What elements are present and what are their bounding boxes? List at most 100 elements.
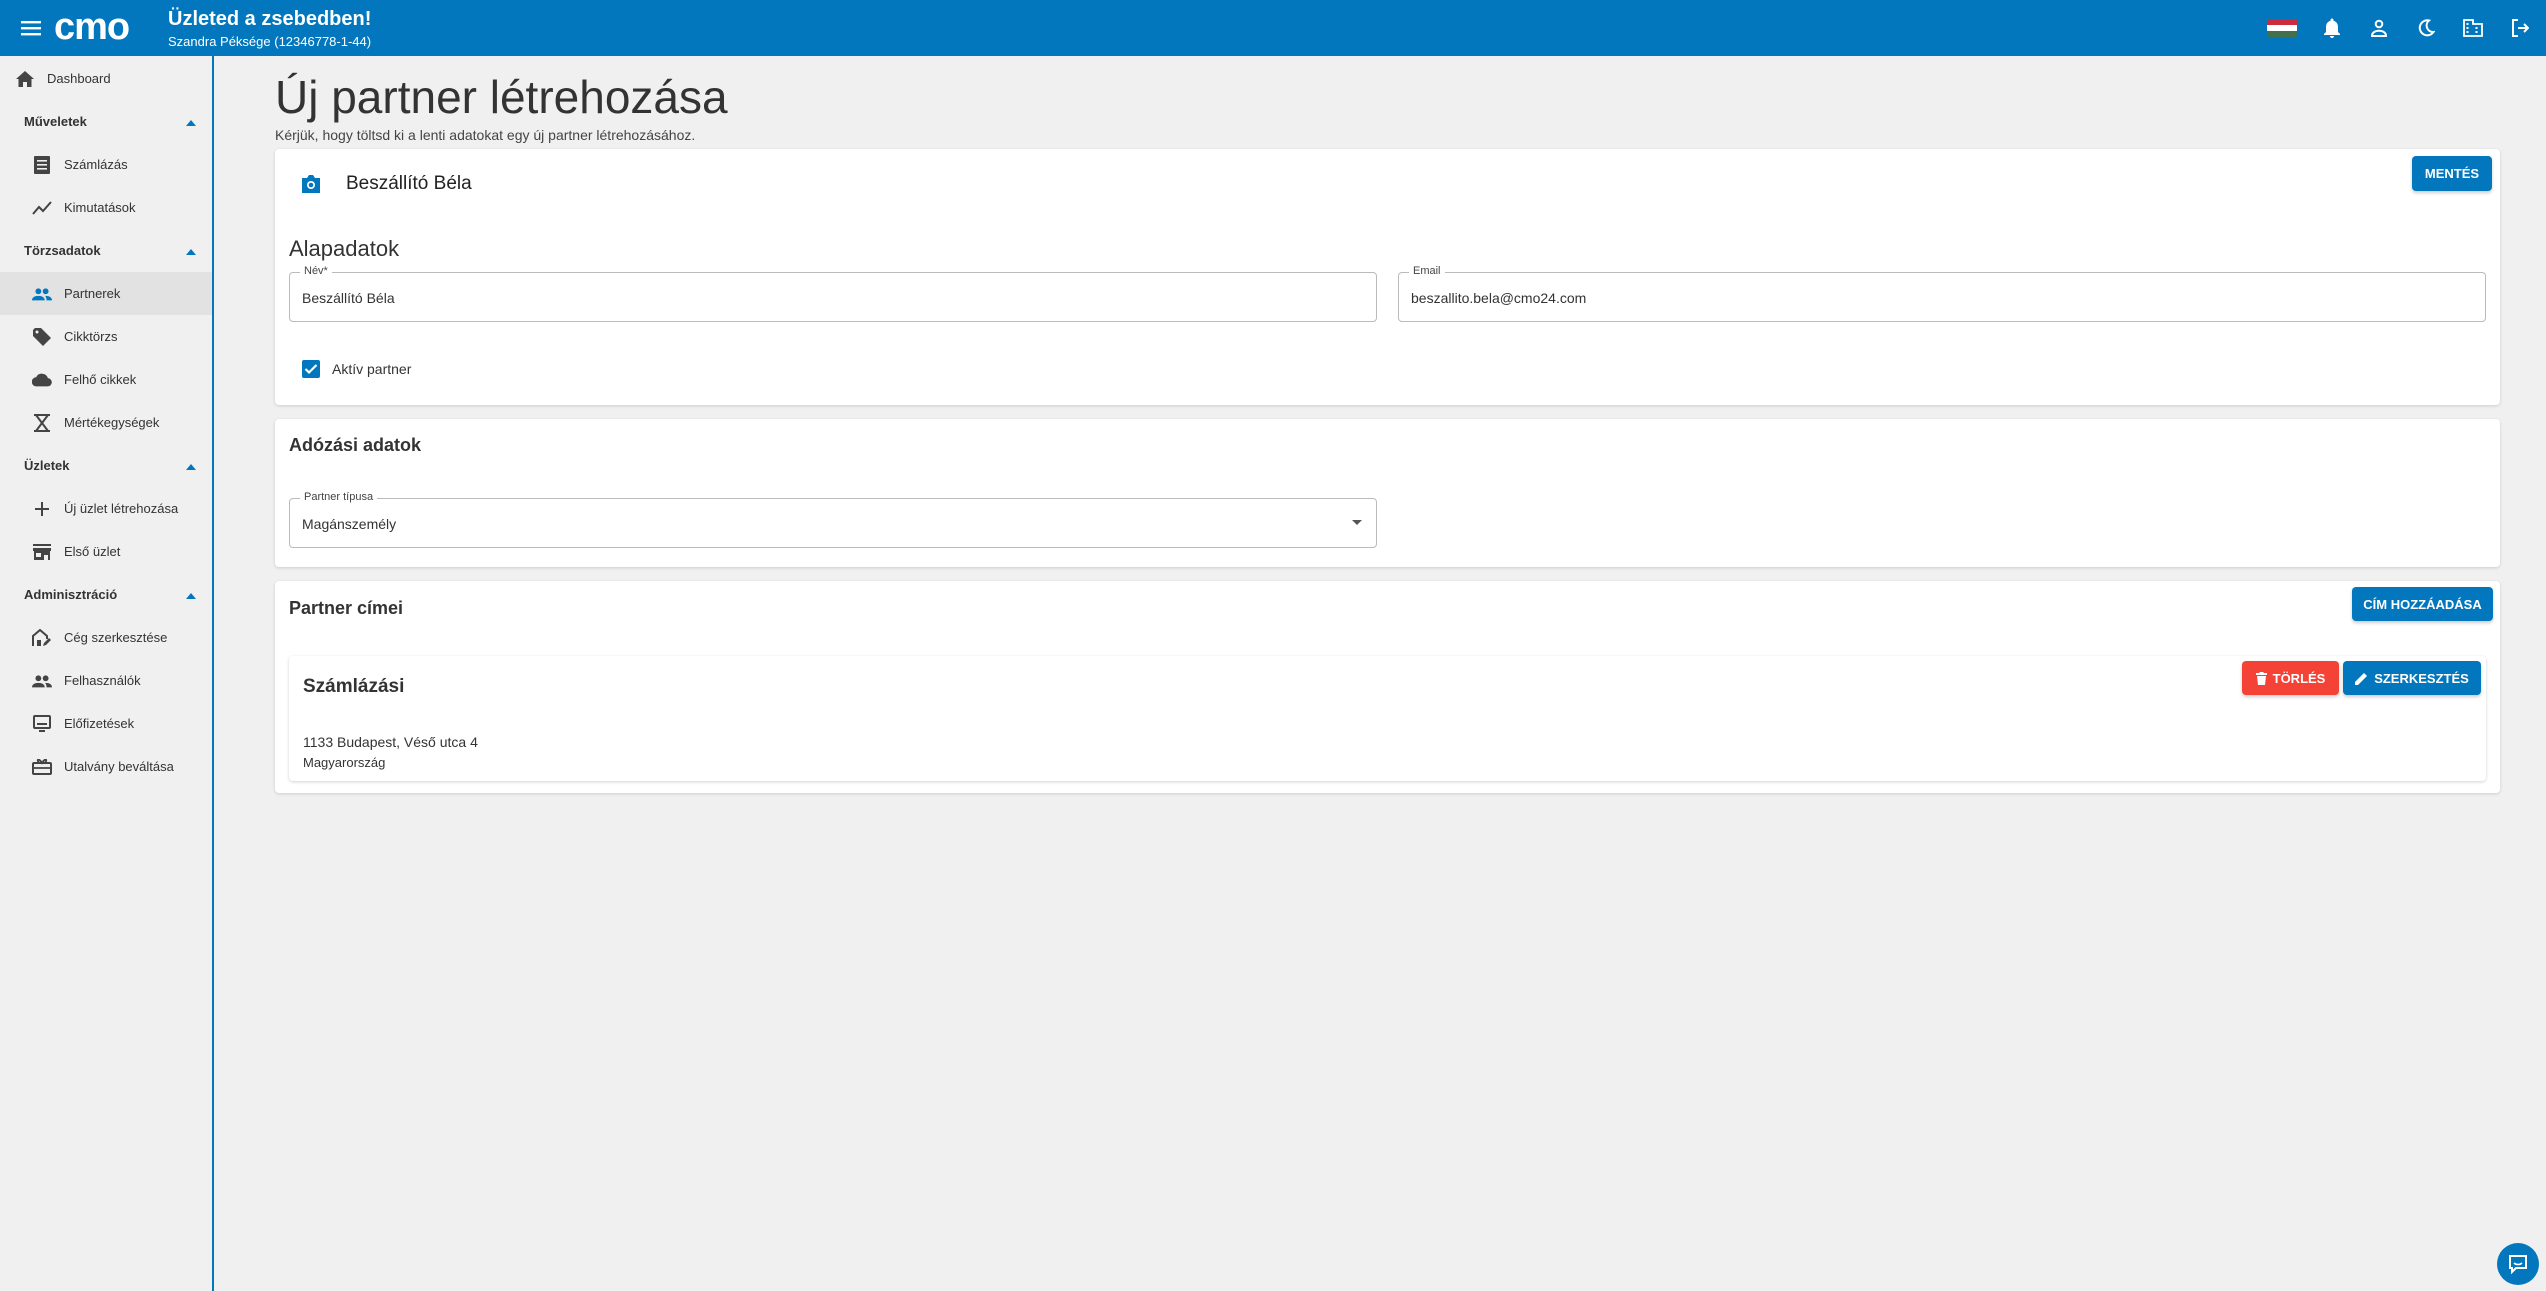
sidebar-item-label: Felhő cikkek	[64, 372, 137, 387]
people-icon	[32, 284, 52, 304]
bell-icon[interactable]	[2320, 16, 2344, 40]
sidebar-item-cikktorzs[interactable]: Cikktörzs	[0, 315, 212, 358]
partner-type-label: Partner típusa	[300, 491, 378, 503]
sidebar-item-label: Partnerek	[64, 286, 121, 301]
chat-support-button[interactable]	[2497, 1243, 2539, 1285]
sidebar-item-szamlazas[interactable]: Számlázás	[0, 143, 212, 186]
chevron-down-icon	[1352, 520, 1362, 525]
sidebar-item-elofizetesek[interactable]: Előfizetések	[0, 702, 212, 745]
name-field-label: Név*	[300, 265, 332, 277]
name-field[interactable]: Név*	[289, 265, 1377, 322]
sidebar-item-utalvany[interactable]: Utalvány beváltása	[0, 745, 212, 788]
section-title-partner-cimei: Partner címei	[289, 598, 404, 618]
sidebar-item-label: Dashboard	[47, 71, 111, 86]
home-icon	[15, 69, 35, 89]
email-input[interactable]	[1411, 290, 2389, 306]
sidebar-item-elso-uzlet[interactable]: Első üzlet	[0, 530, 212, 573]
edit-address-button[interactable]: SZERKESZTÉS	[2343, 661, 2481, 695]
address-line-street: 1133 Budapest, Véső utca 4	[303, 734, 478, 750]
sidebar-item-label: Számlázás	[64, 157, 128, 172]
home-edit-icon	[32, 628, 52, 648]
scale-icon	[32, 413, 52, 433]
sidebar-section-label: Műveletek	[24, 114, 87, 129]
cmo-logo[interactable]: cmo	[54, 11, 158, 45]
sidebar-item-label: Mértékegységek	[64, 415, 160, 430]
cloud-icon	[32, 370, 52, 390]
sidebar-section-torzsadatok[interactable]: Törzsadatok	[0, 229, 212, 272]
sidebar-section-label: Üzletek	[24, 458, 70, 473]
sidebar-item-ceg-szerkesztese[interactable]: Cég szerkesztése	[0, 616, 212, 659]
chevron-up-icon	[186, 458, 196, 473]
address-card: Partner címei CÍM HOZZÁADÁSA Számlázási …	[275, 581, 2500, 793]
active-partner-label: Aktív partner	[332, 361, 412, 377]
partner-type-select[interactable]: Partner típusa Magánszemély	[289, 491, 1377, 548]
chevron-up-icon	[186, 587, 196, 602]
section-title-alapadatok: Alapadatok	[289, 236, 400, 261]
chevron-up-icon	[186, 243, 196, 258]
partner-name-heading: Beszállító Béla	[346, 173, 472, 194]
receipt-icon	[32, 155, 52, 175]
store-icon	[32, 542, 52, 562]
add-address-button[interactable]: CÍM HOZZÁADÁSA	[2352, 587, 2493, 621]
top-app-bar: cmo Üzleted a zsebedben! Szandra Péksége…	[0, 0, 2546, 56]
sidebar-item-uj-uzlet[interactable]: Új üzlet létrehozása	[0, 487, 212, 530]
logo-image: cmo	[54, 11, 130, 45]
sidebar-item-felho-cikkek[interactable]: Felhő cikkek	[0, 358, 212, 401]
sidebar-section-muveletek[interactable]: Műveletek	[0, 100, 212, 143]
chart-line-icon	[32, 198, 52, 218]
main-content: Új partner létrehozása Kérjük, hogy tölt…	[275, 56, 2500, 793]
trash-icon	[2255, 671, 2267, 685]
address-type: Számlázási	[303, 676, 405, 697]
svg-text:cmo: cmo	[54, 11, 129, 45]
hungarian-flag-icon[interactable]	[2267, 19, 2297, 37]
sidebar-item-label: Utalvány beváltása	[64, 759, 174, 774]
address-line-country: Magyarország	[303, 755, 386, 770]
sidebar-item-felhasznalok[interactable]: Felhasználók	[0, 659, 212, 702]
tax-data-card: Adózási adatok Partner típusa Magánszemé…	[275, 419, 2500, 567]
sidebar-item-label: Cikktörzs	[64, 329, 118, 344]
section-title-adozasi: Adózási adatok	[289, 435, 422, 455]
chat-icon	[2509, 1255, 2527, 1274]
sidebar-section-uzletek[interactable]: Üzletek	[0, 444, 212, 487]
sidebar-section-label: Törzsadatok	[24, 243, 101, 258]
app-titles: Üzleted a zsebedben! Szandra Péksége (12…	[168, 7, 371, 50]
moon-icon[interactable]	[2414, 16, 2438, 40]
page-title: Új partner létrehozása	[275, 71, 728, 123]
check-icon	[304, 364, 318, 375]
sidebar: Dashboard Műveletek Számlázás Kimutatáso…	[0, 56, 214, 1291]
logout-icon[interactable]	[2508, 16, 2532, 40]
save-button[interactable]: MENTÉS	[2412, 156, 2492, 191]
building-icon[interactable]	[2461, 16, 2485, 40]
delete-address-label: TÖRLÉS	[2272, 670, 2326, 686]
sidebar-section-label: Adminisztráció	[24, 587, 118, 602]
people-icon	[32, 671, 52, 691]
delete-address-button[interactable]: TÖRLÉS	[2242, 661, 2339, 695]
person-icon[interactable]	[2367, 16, 2391, 40]
camera-icon[interactable]	[300, 174, 324, 198]
name-input[interactable]	[302, 290, 1280, 306]
sidebar-item-mertekegysegek[interactable]: Mértékegységek	[0, 401, 212, 444]
basic-data-card: Beszállító Béla MENTÉS Alapadatok Név* E…	[275, 149, 2500, 405]
sidebar-item-label: Kimutatások	[64, 200, 136, 215]
tag-icon	[32, 327, 52, 347]
address-item: Számlázási TÖRLÉS SZERKESZTÉS 1133 Budap…	[289, 656, 2486, 781]
sidebar-item-label: Előfizetések	[64, 716, 135, 731]
subscription-icon	[32, 714, 52, 734]
gift-card-icon	[32, 757, 52, 777]
email-field-label: Email	[1409, 265, 1445, 277]
plus-icon	[32, 499, 52, 519]
edit-address-label: SZERKESZTÉS	[2374, 670, 2469, 686]
email-field[interactable]: Email	[1398, 265, 2486, 322]
company-subtitle: Szandra Péksége (12346778-1-44)	[168, 33, 372, 49]
sidebar-item-label: Első üzlet	[64, 544, 121, 559]
sidebar-section-adminisztracio[interactable]: Adminisztráció	[0, 573, 212, 616]
sidebar-item-dashboard[interactable]: Dashboard	[0, 57, 212, 100]
sidebar-item-partnerek[interactable]: Partnerek	[0, 272, 212, 315]
partner-type-value: Magánszemély	[302, 516, 397, 532]
active-partner-checkbox[interactable]	[302, 360, 320, 378]
sidebar-item-kimutatasok[interactable]: Kimutatások	[0, 186, 212, 229]
sidebar-item-label: Új üzlet létrehozása	[64, 501, 179, 516]
header-actions	[2267, 0, 2532, 56]
pencil-icon	[2355, 672, 2368, 685]
menu-icon[interactable]	[16, 13, 46, 43]
